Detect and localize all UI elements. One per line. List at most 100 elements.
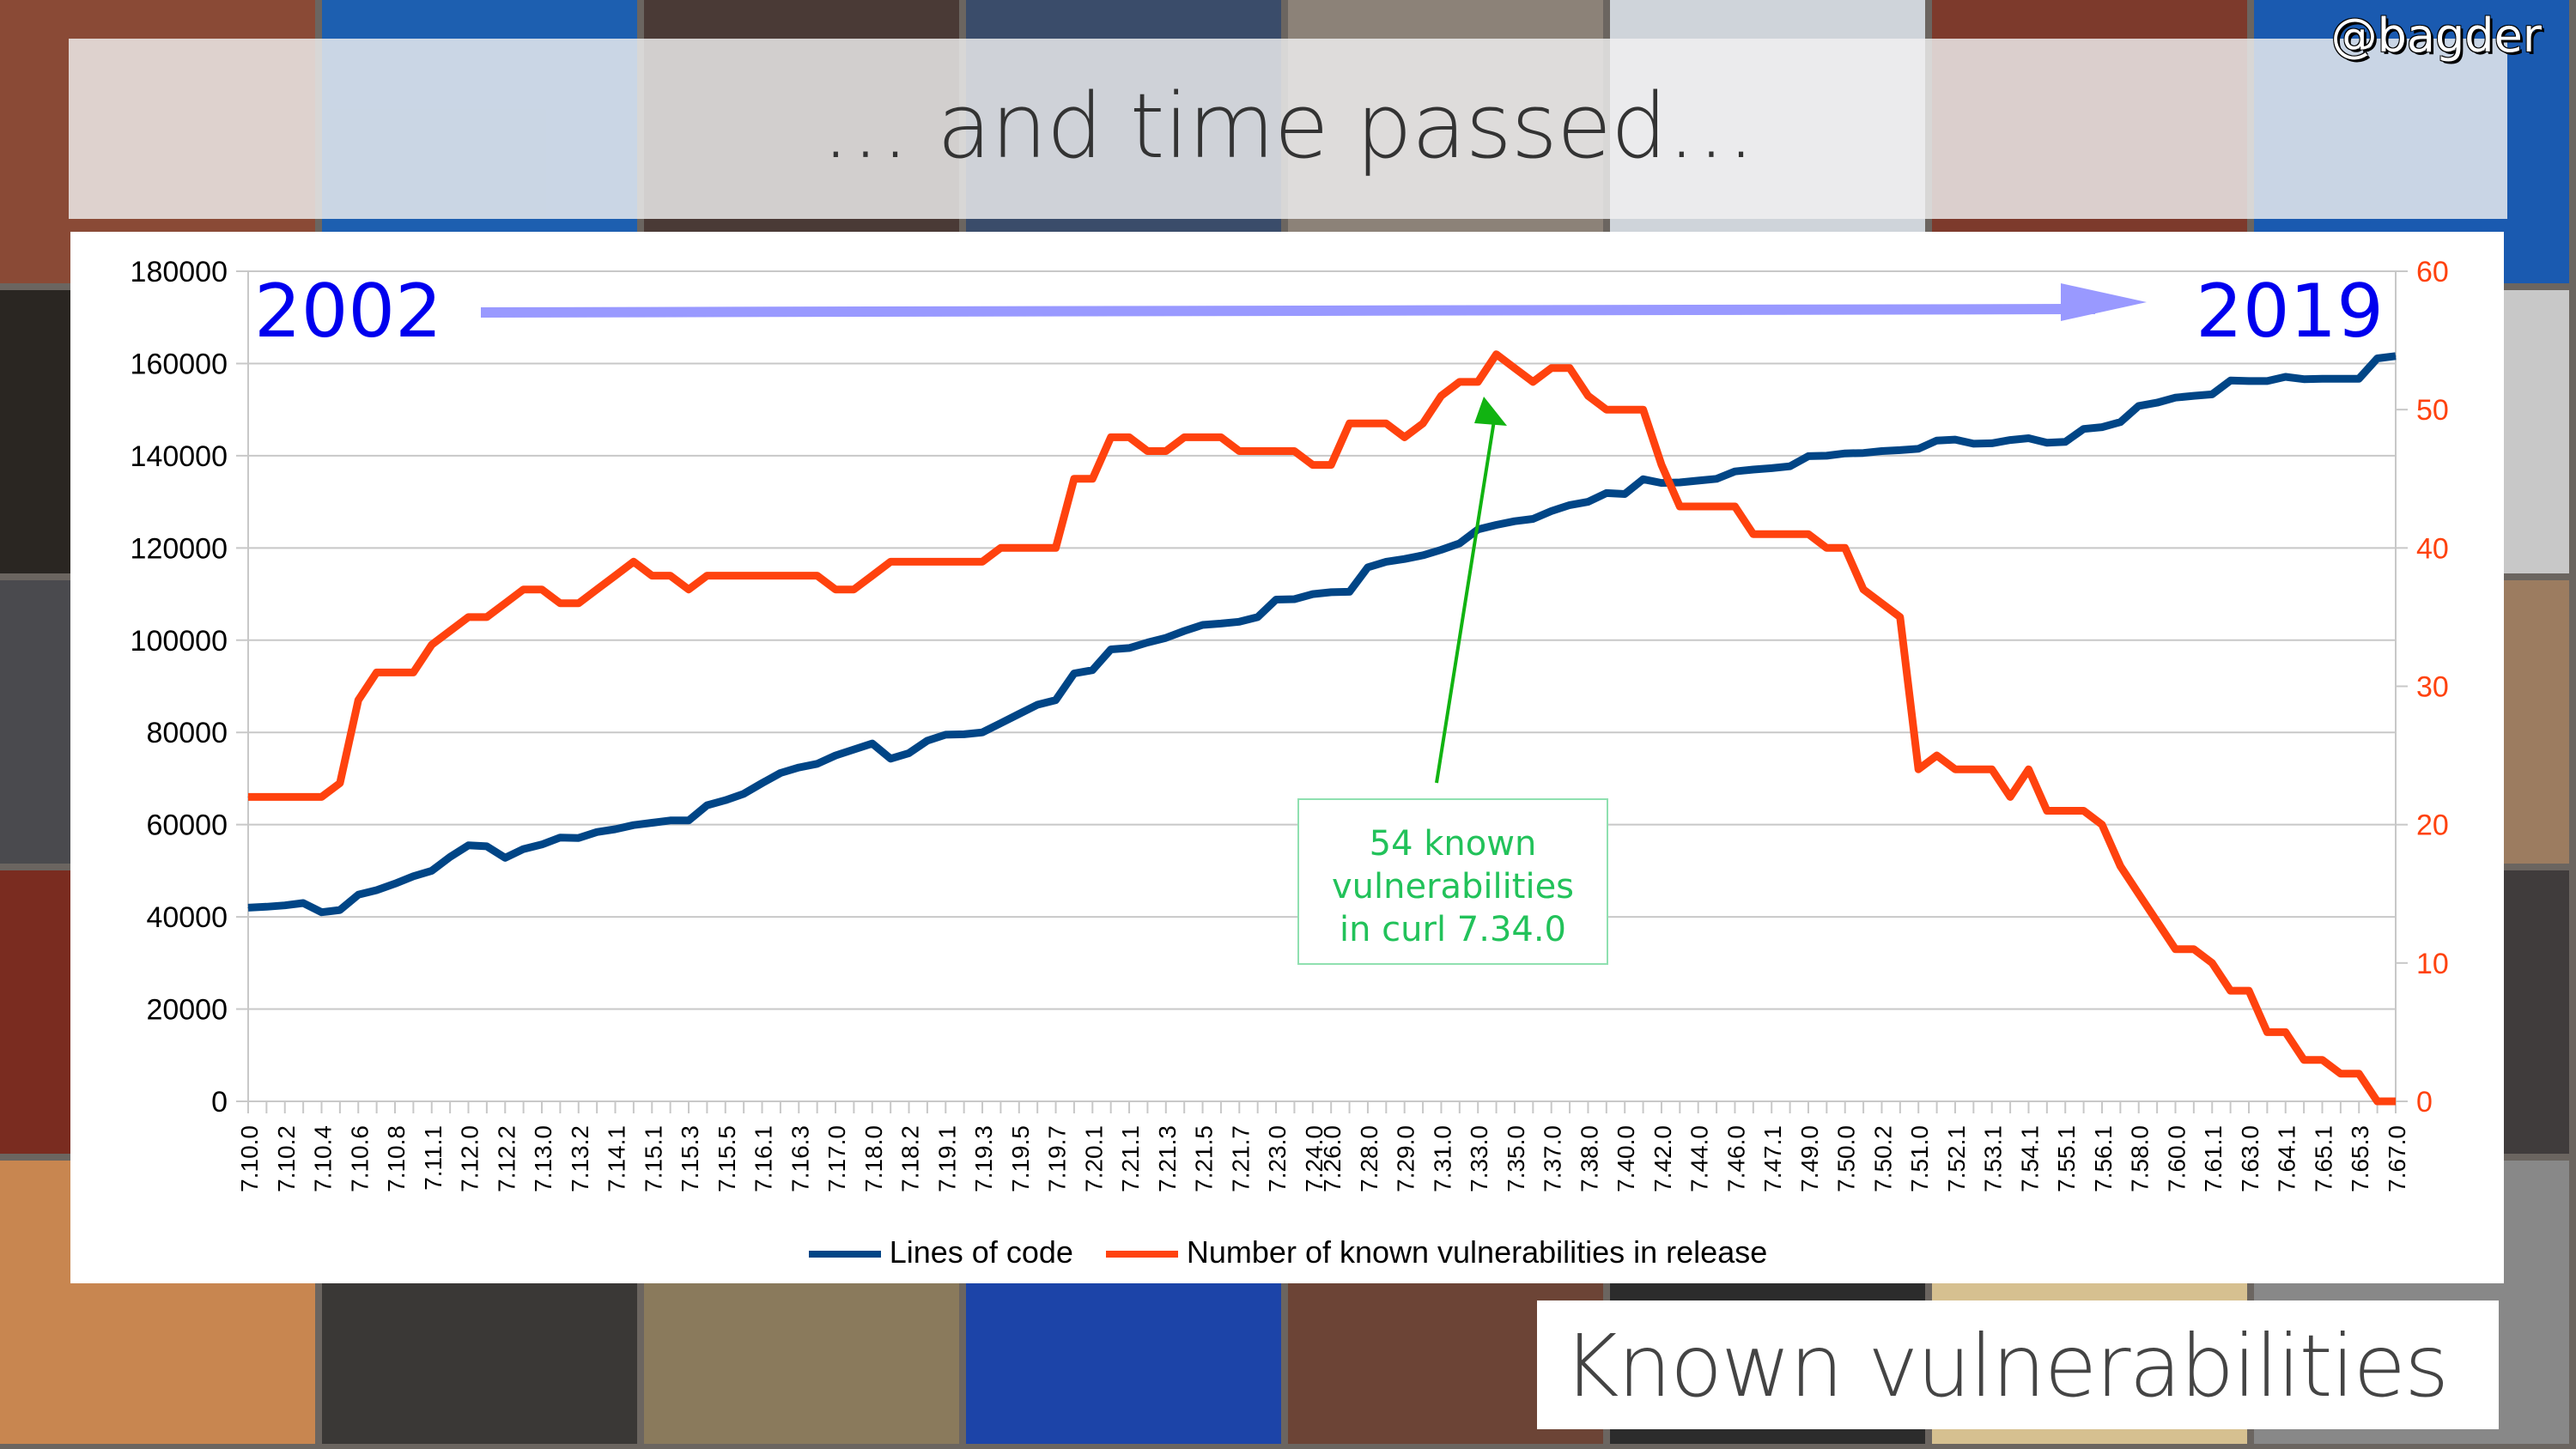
x-tick-label: 7.63.0 bbox=[2237, 1125, 2263, 1192]
x-tick-label: 7.11.1 bbox=[420, 1125, 447, 1191]
x-tick-label: 7.47.1 bbox=[1759, 1125, 1786, 1192]
data-point bbox=[1844, 452, 1846, 454]
data-point bbox=[2285, 376, 2287, 378]
annotation-line: 54 known bbox=[1369, 824, 1537, 864]
data-point bbox=[431, 644, 433, 646]
left-y-tick-label: 120000 bbox=[131, 532, 228, 565]
data-point bbox=[2046, 442, 2048, 444]
data-point bbox=[1972, 443, 1974, 445]
data-point bbox=[1440, 549, 1442, 550]
data-point bbox=[1330, 591, 1332, 593]
right-y-axis: 0 10 20 30 40 50 60 bbox=[2396, 256, 2449, 1119]
data-point bbox=[890, 758, 891, 760]
data-point bbox=[633, 561, 635, 562]
left-y-tick-label: 180000 bbox=[131, 256, 228, 288]
data-point bbox=[1569, 367, 1571, 369]
data-point bbox=[2377, 358, 2379, 360]
data-point bbox=[2101, 824, 2103, 826]
data-point bbox=[1238, 621, 1240, 622]
year-arrow bbox=[480, 283, 2147, 321]
data-point bbox=[981, 561, 983, 562]
x-tick-label: 7.40.0 bbox=[1613, 1125, 1639, 1192]
data-point bbox=[1146, 451, 1148, 452]
data-point bbox=[2211, 393, 2213, 395]
data-point bbox=[651, 575, 653, 577]
data-point bbox=[1110, 436, 1112, 438]
data-point bbox=[265, 906, 267, 907]
data-point bbox=[725, 575, 726, 577]
data-point bbox=[1146, 641, 1148, 643]
x-tick-label: 7.12.2 bbox=[493, 1125, 519, 1192]
data-point bbox=[1826, 455, 1827, 457]
x-tick-label: 7.15.3 bbox=[677, 1125, 703, 1192]
data-point bbox=[1716, 478, 1717, 480]
data-point bbox=[284, 905, 286, 906]
x-tick-label: 7.10.0 bbox=[236, 1125, 263, 1192]
x-tick-label: 7.61.1 bbox=[2200, 1125, 2227, 1192]
data-point bbox=[963, 561, 965, 562]
x-tick-label: 7.13.2 bbox=[567, 1125, 593, 1192]
x-tick-label: 7.13.0 bbox=[530, 1125, 556, 1192]
data-point bbox=[1807, 533, 1809, 535]
data-point bbox=[999, 722, 1001, 724]
data-point bbox=[523, 848, 525, 850]
data-point bbox=[1789, 465, 1791, 467]
data-point bbox=[1936, 755, 1938, 756]
x-tick-label: 7.19.3 bbox=[970, 1125, 997, 1192]
series-line-vulnerabilities bbox=[248, 350, 2396, 1106]
x-tick-label: 7.29.0 bbox=[1393, 1125, 1419, 1192]
x-tick-label: 7.10.2 bbox=[273, 1125, 300, 1192]
data-point bbox=[688, 589, 690, 591]
data-point bbox=[2340, 1073, 2342, 1075]
data-point bbox=[2064, 441, 2066, 443]
data-point bbox=[1496, 354, 1498, 355]
data-point bbox=[2119, 421, 2121, 423]
left-y-tick-label: 40000 bbox=[146, 901, 228, 934]
chart-legend: Lines of code Number of known vulnerabil… bbox=[0, 1234, 2576, 1270]
data-point bbox=[1844, 547, 1846, 549]
data-point bbox=[578, 837, 580, 839]
data-point bbox=[1293, 451, 1295, 452]
data-point bbox=[1991, 768, 1993, 770]
data-point bbox=[2230, 379, 2232, 381]
data-point bbox=[963, 733, 965, 735]
series-lines bbox=[247, 350, 2397, 1106]
data-point bbox=[725, 799, 726, 801]
data-point bbox=[706, 575, 708, 577]
data-point bbox=[780, 575, 781, 577]
data-point bbox=[670, 575, 671, 577]
x-tick-label: 7.10.8 bbox=[383, 1125, 410, 1192]
x-tick-label: 7.65.1 bbox=[2310, 1125, 2336, 1192]
x-tick-label: 7.21.1 bbox=[1117, 1125, 1144, 1192]
x-tick-label: 7.37.0 bbox=[1540, 1125, 1566, 1192]
data-point bbox=[2266, 380, 2268, 382]
data-point bbox=[449, 630, 451, 632]
left-y-tick-label: 100000 bbox=[131, 625, 228, 658]
data-point bbox=[1312, 593, 1314, 595]
data-point bbox=[999, 547, 1001, 549]
data-point bbox=[541, 589, 543, 591]
data-point bbox=[559, 837, 561, 839]
data-point bbox=[2138, 405, 2140, 407]
x-tick-label: 7.19.1 bbox=[933, 1125, 960, 1192]
data-point bbox=[1349, 422, 1351, 424]
data-point bbox=[1128, 647, 1130, 649]
data-point bbox=[633, 824, 635, 826]
data-point bbox=[2211, 962, 2213, 964]
data-point bbox=[1661, 482, 1662, 484]
x-tick-label: 7.53.1 bbox=[1980, 1125, 2007, 1192]
data-point bbox=[1899, 449, 1901, 451]
data-point bbox=[1459, 381, 1461, 383]
data-point bbox=[2395, 355, 2397, 357]
data-point bbox=[2027, 768, 2029, 770]
data-point bbox=[1514, 520, 1516, 522]
data-point bbox=[1917, 768, 1919, 770]
annotation-line: vulnerabilities bbox=[1331, 867, 1575, 906]
x-tick-label: 7.15.5 bbox=[714, 1125, 740, 1192]
left-y-tick-label: 0 bbox=[211, 1086, 228, 1119]
start-year-label: 2002 bbox=[254, 269, 442, 355]
data-point bbox=[1091, 478, 1093, 480]
data-point bbox=[670, 820, 671, 822]
data-point bbox=[431, 870, 433, 871]
x-tick-label: 7.17.0 bbox=[823, 1125, 850, 1192]
